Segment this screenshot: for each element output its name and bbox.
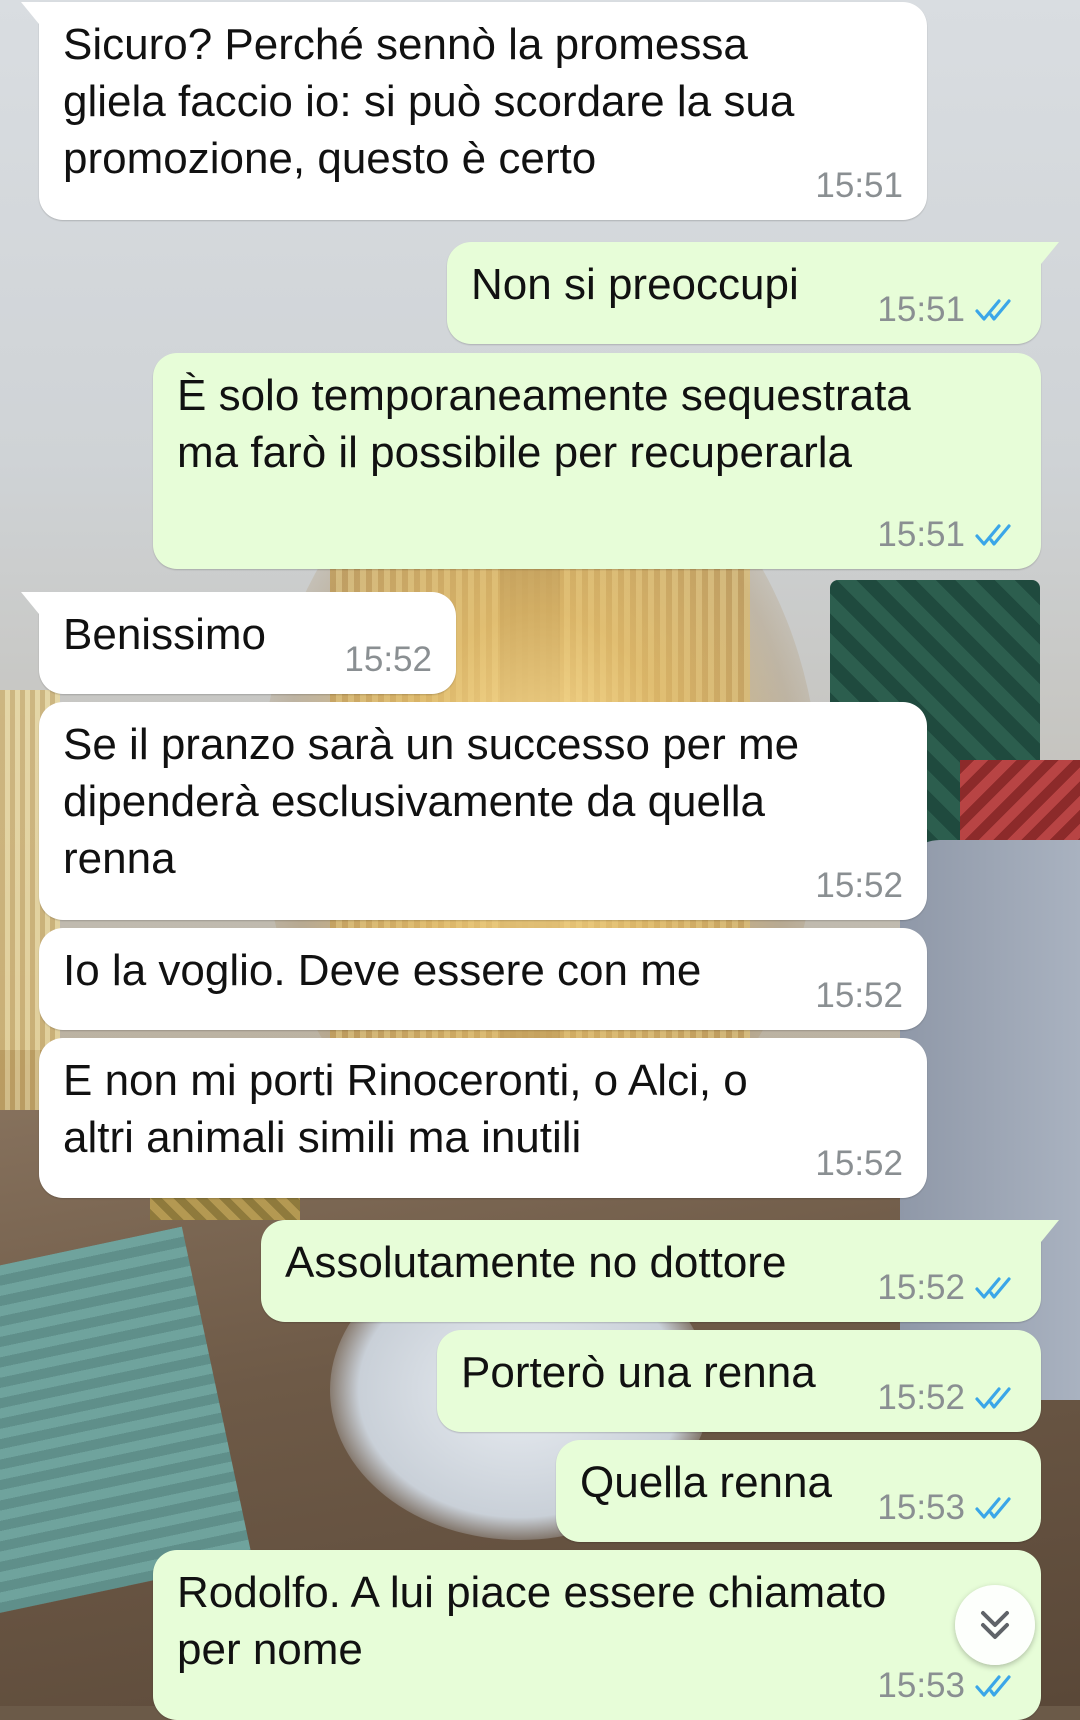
message-bubble-outgoing[interactable]: È solo temporaneamente sequestrata ma fa… bbox=[153, 353, 1041, 569]
message-meta: 15:52 bbox=[877, 1268, 1017, 1308]
scroll-to-bottom-button[interactable] bbox=[955, 1585, 1035, 1665]
message-text: Rodolfo. A lui piace essere chiamato per… bbox=[177, 1568, 887, 1674]
message-text: Io la voglio. Deve essere con me bbox=[63, 946, 702, 995]
message-time: 15:51 bbox=[877, 290, 965, 329]
message-meta: 15:52 bbox=[344, 640, 432, 680]
message-time: 15:53 bbox=[877, 1666, 965, 1705]
message-bubble-outgoing[interactable]: Rodolfo. A lui piace essere chiamato per… bbox=[153, 1550, 1041, 1720]
read-receipt-icon bbox=[975, 1673, 1017, 1699]
message-text: Sicuro? Perché sennò la promessa gliela … bbox=[63, 20, 795, 183]
message-text: È solo temporaneamente sequestrata ma fa… bbox=[177, 371, 911, 477]
message-meta: 15:51 bbox=[815, 166, 903, 206]
message-meta: 15:51 bbox=[877, 290, 1017, 330]
message-meta: 15:53 bbox=[877, 1666, 1017, 1706]
message-meta: 15:52 bbox=[815, 976, 903, 1016]
read-receipt-icon bbox=[975, 1495, 1017, 1521]
message-text: Se il pranzo sarà un successo per me dip… bbox=[63, 720, 800, 883]
message-meta: 15:52 bbox=[815, 866, 903, 906]
message-bubble-outgoing[interactable]: Porterò una renna 15:52 bbox=[437, 1330, 1041, 1432]
message-time: 15:52 bbox=[877, 1268, 965, 1307]
message-meta: 15:53 bbox=[877, 1488, 1017, 1528]
message-time: 15:52 bbox=[815, 866, 903, 905]
message-time: 15:52 bbox=[877, 1378, 965, 1417]
message-bubble-incoming[interactable]: Benissimo 15:52 bbox=[21, 592, 456, 694]
message-time: 15:51 bbox=[815, 166, 903, 205]
message-time: 15:52 bbox=[815, 1144, 903, 1183]
message-meta: 15:52 bbox=[877, 1378, 1017, 1418]
message-bubble-incoming[interactable]: Io la voglio. Deve essere con me 15:52 bbox=[39, 928, 927, 1030]
message-time: 15:53 bbox=[877, 1488, 965, 1527]
message-time: 15:51 bbox=[877, 515, 965, 554]
message-meta: 15:52 bbox=[815, 1144, 903, 1184]
message-list[interactable]: Sicuro? Perché sennò la promessa gliela … bbox=[0, 0, 1080, 1720]
message-time: 15:52 bbox=[344, 640, 432, 679]
message-bubble-outgoing[interactable]: Quella renna 15:53 bbox=[556, 1440, 1041, 1542]
double-chevron-down-icon bbox=[981, 1611, 1009, 1639]
read-receipt-icon bbox=[975, 297, 1017, 323]
message-bubble-incoming[interactable]: Se il pranzo sarà un successo per me dip… bbox=[39, 702, 927, 920]
message-bubble-incoming[interactable]: E non mi porti Rinoceronti, o Alci, o al… bbox=[39, 1038, 927, 1198]
message-time: 15:52 bbox=[815, 976, 903, 1015]
read-receipt-icon bbox=[975, 522, 1017, 548]
message-text: E non mi porti Rinoceronti, o Alci, o al… bbox=[63, 1056, 748, 1162]
message-bubble-incoming[interactable]: Sicuro? Perché sennò la promessa gliela … bbox=[21, 2, 927, 220]
message-bubble-outgoing[interactable]: Assolutamente no dottore 15:52 bbox=[261, 1220, 1059, 1322]
message-meta: 15:51 bbox=[877, 515, 1017, 555]
read-receipt-icon bbox=[975, 1275, 1017, 1301]
message-bubble-outgoing[interactable]: Non si preoccupi 15:51 bbox=[447, 242, 1059, 344]
read-receipt-icon bbox=[975, 1385, 1017, 1411]
